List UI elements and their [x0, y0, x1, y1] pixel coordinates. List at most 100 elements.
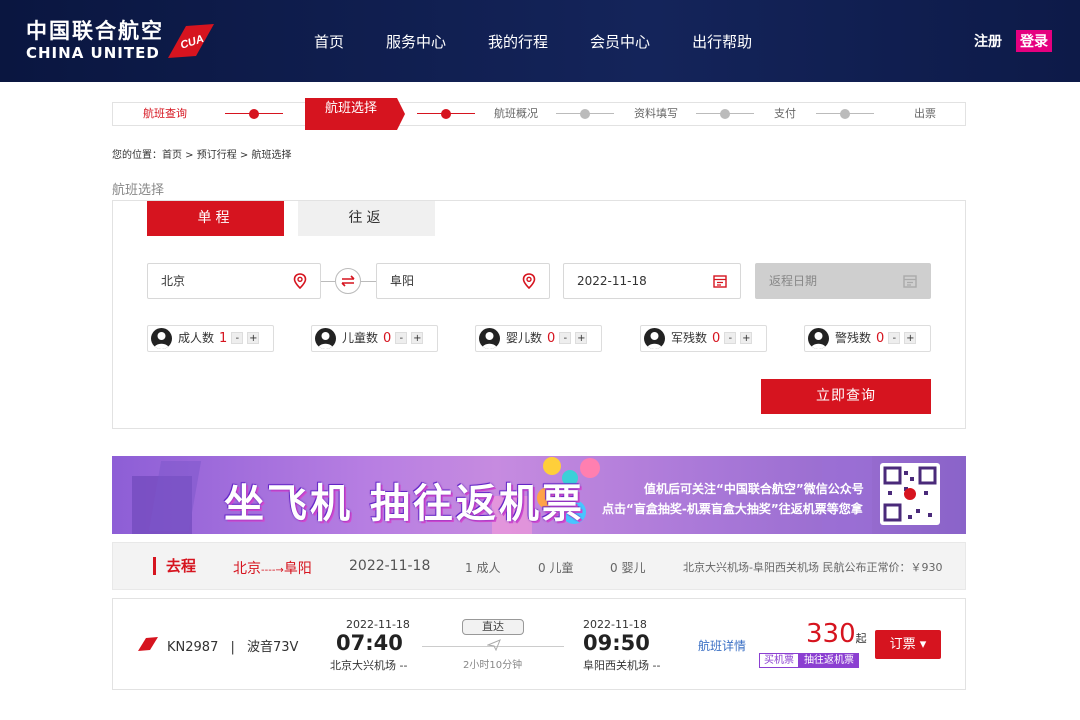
military-disabled-count-stepper: 军残数 0- +: [640, 325, 767, 352]
flight-number-aircraft: KN2987 | 波音73V: [167, 636, 298, 655]
to-city-field[interactable]: 阜阳: [376, 263, 550, 299]
depart-date-field[interactable]: 2022-11-18: [563, 263, 741, 299]
outbound-label: 去程: [153, 557, 196, 575]
step-connector: [696, 109, 754, 119]
banner-text-line2: 点击“盲盒抽奖-机票盲盒大抽奖”往返机票等您拿: [602, 502, 863, 516]
police-disabled-label: 警残数: [835, 331, 872, 345]
qr-code: [880, 463, 940, 525]
calendar-icon: [713, 275, 727, 288]
tag-buy-ticket: 买机票: [759, 653, 799, 668]
military-disabled-label: 军残数: [671, 331, 708, 345]
infant-plus-button[interactable]: +: [575, 332, 588, 344]
nav-travel-help[interactable]: 出行帮助: [692, 31, 752, 52]
tab-one-way[interactable]: 单程: [147, 201, 284, 236]
brand-name-cn: 中国联合航空: [26, 18, 164, 43]
flight-separator: |: [230, 640, 235, 655]
departure-time: 07:40: [336, 631, 403, 655]
route-infants: 0 婴儿: [610, 561, 646, 575]
flight-duration: 2小时10分钟: [463, 660, 523, 671]
tag-lucky-draw: 抽往返机票: [799, 653, 859, 668]
swap-icon: [341, 275, 355, 287]
police-avatar-icon: [808, 328, 829, 349]
infant-avatar-icon: [479, 328, 500, 349]
child-avatar-icon: [315, 328, 336, 349]
return-date-field[interactable]: 返程日期: [755, 263, 931, 299]
child-plus-button[interactable]: +: [411, 332, 424, 344]
swap-line: [321, 281, 335, 282]
nav-member-center[interactable]: 会员中心: [590, 31, 650, 52]
arrival-time: 09:50: [583, 631, 650, 655]
breadcrumb: 您的位置：首页 > 预订行程 > 航班选择: [112, 150, 292, 161]
departure-airport: 北京大兴机场 --: [330, 659, 408, 672]
infant-minus-button[interactable]: -: [559, 332, 572, 344]
flight-details-link[interactable]: 航班详情: [698, 637, 746, 654]
from-city-field[interactable]: 北京: [147, 263, 321, 299]
airline-logo-icon: CUA: [168, 24, 214, 58]
banner-text-line1: 值机后可关注“中国联合航空”微信公众号: [644, 482, 864, 496]
swap-cities-button[interactable]: [335, 268, 361, 294]
step-dot-icon: [580, 109, 590, 119]
police-disabled-count-stepper: 警残数 0- +: [804, 325, 931, 352]
step-dot-icon: [720, 109, 730, 119]
arrival-airport: 阜阳西关机场 --: [583, 659, 661, 672]
step-payment: 支付: [774, 107, 796, 120]
step-connector: [417, 109, 475, 119]
depart-date-value: 2022-11-18: [577, 274, 647, 288]
police-minus-button[interactable]: -: [888, 332, 901, 344]
qr-code-icon: [883, 466, 937, 522]
login-button[interactable]: 登录: [1016, 30, 1052, 52]
military-minus-button[interactable]: -: [724, 332, 737, 344]
search-now-button[interactable]: 立即查询: [761, 379, 931, 414]
step-flight-overview: 航班概况: [494, 107, 538, 120]
child-minus-button[interactable]: -: [395, 332, 408, 344]
flight-number: KN2987: [167, 640, 219, 655]
adult-plus-button[interactable]: +: [247, 332, 260, 344]
route-children: 0 儿童: [538, 561, 574, 575]
child-count-stepper: 儿童数 0- +: [311, 325, 438, 352]
route-arrow-icon: ----→: [261, 565, 284, 576]
military-disabled-count: 0: [712, 331, 721, 346]
route-date: 2022-11-18: [349, 558, 431, 574]
route-cities: 北京----→阜阳: [233, 558, 312, 578]
adult-avatar-icon: [151, 328, 172, 349]
return-date-placeholder: 返程日期: [769, 274, 818, 288]
booking-steps: 航班查询 航班选择 航班概况 资料填写 支付 出票: [112, 98, 966, 130]
section-title: 航班选择: [112, 183, 165, 198]
airline-logo-icon: [138, 637, 158, 651]
promo-tags: 买机票 抽往返机票: [759, 653, 859, 668]
register-link[interactable]: 注册: [974, 31, 1002, 51]
infant-count: 0: [547, 331, 556, 346]
police-disabled-count: 0: [876, 331, 885, 346]
brand-name-en: CHINA UNITED: [26, 44, 160, 62]
location-pin-icon: [293, 273, 307, 289]
adult-label: 成人数: [178, 331, 215, 345]
step-fill-info: 资料填写: [634, 107, 678, 120]
step-flight-query: 航班查询: [143, 107, 187, 120]
brand-logo[interactable]: 中国联合航空 CHINA UNITED: [26, 18, 164, 63]
from-city-value: 北京: [161, 274, 186, 288]
nav-service-center[interactable]: 服务中心: [386, 31, 446, 52]
swap-line: [361, 281, 376, 282]
infant-label: 婴儿数: [506, 331, 543, 345]
promo-banner[interactable]: 坐飞机 抽往返机票 值机后可关注“中国联合航空”微信公众号 点击“盲盒抽奖-机票…: [112, 456, 966, 534]
banner-headline: 坐飞机 抽往返机票: [224, 480, 585, 527]
price-value: 330: [806, 619, 856, 649]
arrival-date: 2022-11-18: [583, 618, 647, 631]
flight-search-panel: 单程 往返 北京 阜阳 2022-11-18 返程日期 成人数 1- + 儿童数 0-…: [112, 200, 966, 429]
adult-minus-button[interactable]: -: [231, 332, 244, 344]
tab-round-trip[interactable]: 往返: [298, 201, 435, 236]
step-dot-icon: [840, 109, 850, 119]
nav-home[interactable]: 首页: [314, 31, 344, 52]
adult-count-stepper: 成人数 1- +: [147, 325, 274, 352]
price: 330起: [806, 619, 867, 649]
calendar-icon: [903, 275, 917, 288]
book-ticket-button[interactable]: 订票 ▾: [875, 630, 941, 659]
military-plus-button[interactable]: +: [740, 332, 753, 344]
adult-count: 1: [219, 331, 228, 346]
route-to: 阜阳: [283, 561, 312, 577]
nav-my-trips[interactable]: 我的行程: [488, 31, 548, 52]
plane-dot-icon: [249, 109, 259, 119]
plane-icon: [487, 639, 501, 651]
police-plus-button[interactable]: +: [904, 332, 917, 344]
route-from: 北京: [233, 561, 261, 577]
